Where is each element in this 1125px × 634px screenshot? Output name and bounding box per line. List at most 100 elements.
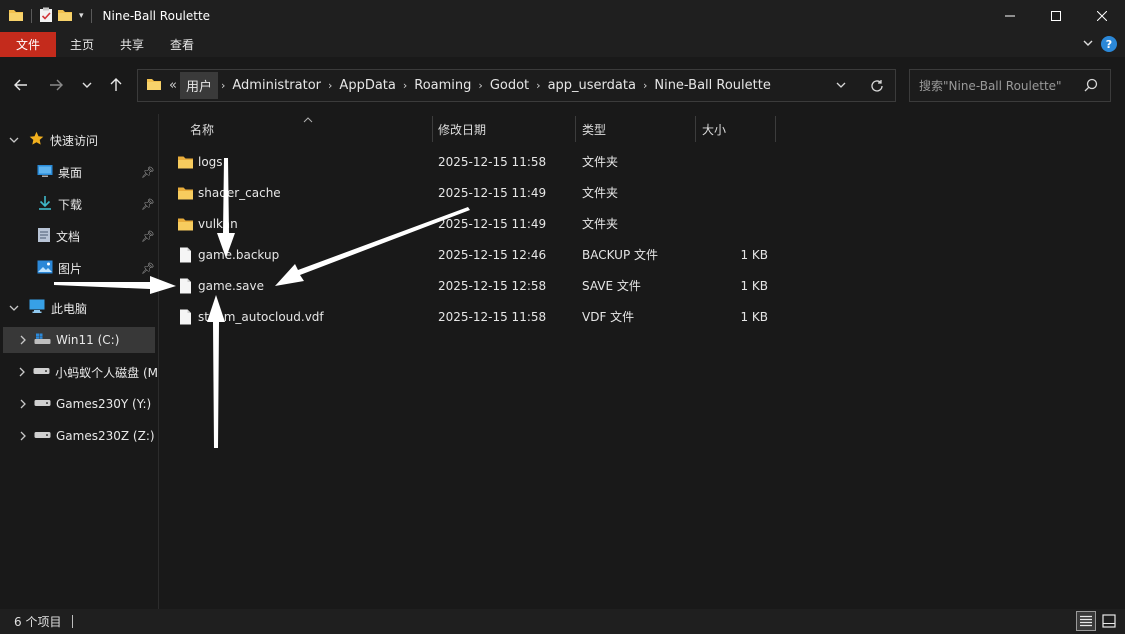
- file-row[interactable]: logs 2025-12-15 11:58 文件夹: [159, 146, 1125, 177]
- file-name: game.backup: [198, 247, 280, 262]
- chevron-right-icon[interactable]: ›: [325, 79, 335, 92]
- chevron-right-icon[interactable]: [15, 367, 30, 377]
- sidebar-item-drive-m[interactable]: 小蚂蚁个人磁盘 (M: [3, 359, 158, 385]
- address-history-button[interactable]: [823, 70, 859, 101]
- star-icon: [29, 131, 44, 149]
- file-date: 2025-12-15 11:58: [438, 309, 547, 324]
- file-size: [702, 208, 768, 239]
- folder-icon: [177, 177, 194, 208]
- refresh-button[interactable]: [859, 70, 895, 101]
- chevron-down-icon[interactable]: [6, 137, 22, 144]
- search-input[interactable]: [919, 78, 1079, 93]
- chevron-right-icon[interactable]: [15, 399, 31, 409]
- file-row[interactable]: steam_autocloud.vdf 2025-12-15 11:58 VDF…: [159, 301, 1125, 332]
- search-box[interactable]: [909, 69, 1111, 102]
- breadcrumb-overflow[interactable]: «: [166, 78, 180, 93]
- chevron-right-icon[interactable]: ›: [475, 79, 485, 92]
- maximize-button[interactable]: [1033, 0, 1079, 32]
- sidebar-item-quick-access[interactable]: 快速访问: [0, 127, 158, 153]
- up-button[interactable]: [105, 74, 127, 96]
- tab-file[interactable]: 文件: [0, 32, 56, 57]
- new-folder-icon[interactable]: [57, 8, 73, 25]
- sidebar-item-pictures[interactable]: 图片 📌︎: [0, 255, 158, 281]
- breadcrumb-nine-ball-roulette[interactable]: Nine-Ball Roulette: [650, 78, 775, 93]
- sidebar-item-documents[interactable]: 文档 📌︎: [0, 223, 158, 249]
- sidebar-item-label: 桌面: [58, 165, 83, 180]
- file-row[interactable]: shader_cache 2025-12-15 11:49 文件夹: [159, 177, 1125, 208]
- expand-ribbon-icon[interactable]: [1083, 39, 1093, 50]
- details-view-button[interactable]: [1076, 611, 1096, 631]
- minimize-button[interactable]: [987, 0, 1033, 32]
- file-row[interactable]: vulkan 2025-12-15 11:49 文件夹: [159, 208, 1125, 239]
- breadcrumb-godot[interactable]: Godot: [486, 78, 533, 93]
- help-icon[interactable]: ?: [1101, 36, 1117, 52]
- forward-button[interactable]: [45, 74, 67, 96]
- sidebar-item-label: 文档: [56, 229, 81, 244]
- sidebar-item-label: 图片: [58, 261, 83, 276]
- status-bar: 6 个项目: [0, 609, 1125, 634]
- navigation-bar: « 用户 › Administrator › AppData › Roaming…: [0, 57, 1125, 114]
- chevron-right-icon[interactable]: [15, 335, 31, 345]
- chevron-right-icon[interactable]: ›: [533, 79, 543, 92]
- sidebar-item-desktop[interactable]: 桌面 📌︎: [0, 159, 158, 185]
- window-title: Nine-Ball Roulette: [102, 9, 211, 23]
- sidebar-item-this-pc[interactable]: 此电脑: [0, 295, 158, 321]
- back-button[interactable]: [10, 74, 32, 96]
- chevron-down-icon: [836, 82, 846, 88]
- pin-icon[interactable]: 📌︎: [141, 230, 155, 243]
- breadcrumb-appdata[interactable]: AppData: [335, 78, 399, 93]
- sidebar-item-drive-c[interactable]: Win11 (C:): [3, 327, 155, 353]
- drive-icon: [33, 365, 50, 379]
- file-type: SAVE 文件: [582, 279, 641, 293]
- column-header-type[interactable]: 类型: [575, 116, 695, 142]
- column-header-size[interactable]: 大小: [695, 116, 775, 142]
- folder-icon: [177, 146, 194, 177]
- sidebar-item-label: 快速访问: [50, 133, 99, 148]
- breadcrumb-users[interactable]: 用户: [179, 72, 218, 99]
- column-divider[interactable]: [775, 116, 776, 142]
- file-row[interactable]: game.backup 2025-12-15 12:46 BACKUP 文件 1…: [159, 239, 1125, 270]
- navigation-pane: 快速访问 桌面 📌︎ 下载 📌︎ 文档 📌︎ 图片 📌︎ 此电脑 Win11 (…: [0, 114, 158, 609]
- breadcrumb-app-userdata[interactable]: app_userdata: [544, 78, 640, 93]
- file-row[interactable]: game.save 2025-12-15 12:58 SAVE 文件 1 KB: [159, 270, 1125, 301]
- breadcrumb-roaming[interactable]: Roaming: [410, 78, 475, 93]
- chevron-down-icon[interactable]: [6, 305, 22, 312]
- picture-icon: [37, 260, 53, 277]
- column-header-date[interactable]: 修改日期: [431, 116, 575, 142]
- column-header-label: 名称: [190, 122, 215, 137]
- details-view-icon: [1080, 615, 1092, 627]
- file-date: 2025-12-15 11:49: [438, 185, 547, 200]
- address-bar[interactable]: « 用户 › Administrator › AppData › Roaming…: [137, 69, 896, 102]
- file-type: BACKUP 文件: [582, 248, 658, 262]
- customize-toolbar-icon[interactable]: ▾: [79, 11, 84, 21]
- chevron-right-icon[interactable]: [15, 431, 31, 441]
- status-divider: [72, 615, 74, 628]
- chevron-down-icon: [82, 82, 92, 88]
- download-icon: [37, 195, 53, 214]
- sidebar-item-downloads[interactable]: 下载 📌︎: [0, 191, 158, 217]
- search-icon[interactable]: [1084, 78, 1098, 95]
- sidebar-item-label: Win11 (C:): [56, 333, 120, 347]
- tab-view[interactable]: 查看: [157, 32, 207, 57]
- sidebar-item-drive-y[interactable]: Games230Y (Y:): [3, 391, 158, 417]
- tab-home[interactable]: 主页: [56, 32, 107, 57]
- file-type: VDF 文件: [582, 310, 635, 324]
- pin-icon[interactable]: 📌︎: [141, 262, 155, 275]
- chevron-right-icon[interactable]: ›: [218, 79, 228, 92]
- pin-icon[interactable]: 📌︎: [141, 166, 155, 179]
- recent-locations-button[interactable]: [76, 74, 98, 96]
- sidebar-item-drive-z[interactable]: Games230Z (Z:): [3, 423, 158, 449]
- large-icons-view-button[interactable]: [1099, 611, 1119, 631]
- breadcrumb-administrator[interactable]: Administrator: [228, 78, 325, 93]
- close-button[interactable]: [1079, 0, 1125, 32]
- file-size: 1 KB: [740, 247, 768, 262]
- tab-share[interactable]: 共享: [107, 32, 157, 57]
- column-header-label: 类型: [582, 122, 607, 137]
- file-name: steam_autocloud.vdf: [198, 309, 324, 324]
- chevron-right-icon[interactable]: ›: [640, 79, 650, 92]
- properties-icon[interactable]: [39, 7, 53, 26]
- chevron-right-icon[interactable]: ›: [400, 79, 410, 92]
- file-icon: [179, 301, 192, 332]
- pin-icon[interactable]: 📌︎: [141, 198, 155, 211]
- column-header-label: 修改日期: [438, 122, 487, 137]
